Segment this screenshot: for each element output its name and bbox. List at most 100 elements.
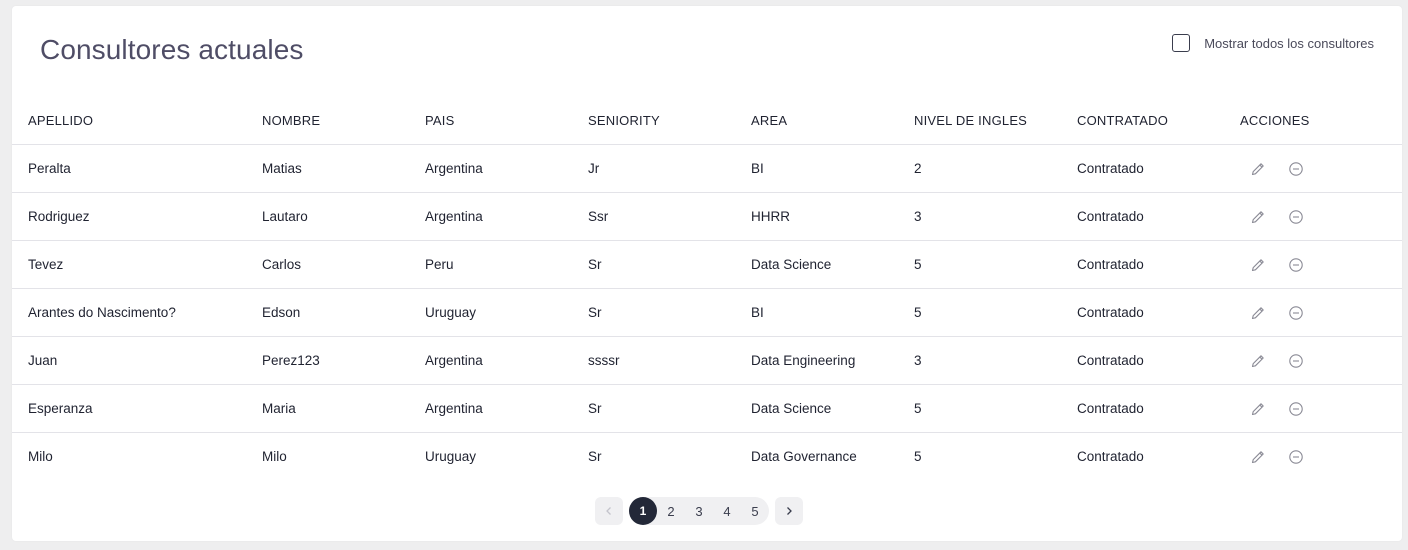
- consultants-table: APELLIDO NOMBRE PAIS SENIORITY AREA NIVE…: [12, 96, 1402, 480]
- cell-acciones: [1240, 192, 1402, 241]
- row-actions: [1240, 401, 1402, 417]
- cell-pais: Uruguay: [425, 288, 588, 337]
- row-actions: [1240, 257, 1402, 273]
- edit-button[interactable]: [1250, 401, 1266, 417]
- cell-pais: Uruguay: [425, 449, 477, 464]
- column-header-pais: PAIS: [425, 96, 588, 145]
- column-header-apellido: APELLIDO: [12, 96, 262, 145]
- cell-area: BI: [751, 144, 914, 193]
- cell-contratado: Contratado: [1077, 240, 1240, 289]
- cell-area: Data Engineering: [751, 336, 914, 385]
- cell-seniority: ssssr: [588, 336, 751, 385]
- row-actions: [1240, 161, 1402, 177]
- cell-nivel-ingles: 2: [914, 144, 1077, 193]
- table-row: Arantes do Nascimento? Edson Uruguay Sr BI 5 C…: [12, 288, 1402, 337]
- cell-contratado: Contratado: [1077, 384, 1240, 433]
- cell-acciones: [1240, 144, 1402, 193]
- cell-nombre: Lautaro: [262, 192, 425, 241]
- pencil-icon: [1251, 306, 1264, 319]
- cell-contratado: Contratado: [1077, 336, 1240, 385]
- cell-contratado: Contratado: [1077, 288, 1240, 337]
- cell-nivel-ingles: 5: [914, 384, 1077, 433]
- table-row: Tevez Carlos Peru Sr Data Science 5 Contratado: [12, 240, 1402, 289]
- cell-seniority: Sr: [588, 240, 751, 289]
- remove-button[interactable]: [1288, 257, 1304, 273]
- cell-apellido: Peralta: [12, 144, 262, 193]
- column-header-contratado: CONTRATADO: [1077, 96, 1240, 145]
- cell-acciones: [1240, 240, 1402, 289]
- edit-button[interactable]: [1250, 209, 1266, 225]
- column-header-acciones: ACCIONES: [1240, 96, 1402, 145]
- cell-nivel-ingles: 3: [914, 336, 1077, 385]
- pencil-icon: [1251, 450, 1264, 463]
- remove-button[interactable]: [1288, 401, 1304, 417]
- cell-seniority: Sr: [588, 288, 751, 337]
- pencil-icon: [1251, 162, 1264, 175]
- cell-apellido: Rodriguez: [12, 192, 262, 241]
- cell-pais: Argentina: [425, 384, 588, 433]
- remove-button[interactable]: [1288, 305, 1304, 321]
- cell-area: Data Science: [751, 240, 914, 289]
- cell-area: BI: [751, 288, 914, 337]
- column-header-area: AREA: [751, 96, 914, 145]
- cell-nivel-ingles: 5: [914, 288, 1077, 337]
- chevron-right-icon: [787, 507, 792, 515]
- edit-button[interactable]: [1250, 257, 1266, 273]
- page-5-button[interactable]: 5: [741, 497, 769, 525]
- show-all-checkbox[interactable]: [1172, 34, 1191, 52]
- next-page-button[interactable]: [775, 497, 803, 525]
- cell-seniority: Ssr: [588, 192, 751, 241]
- remove-button[interactable]: [1288, 161, 1304, 177]
- edit-button[interactable]: [1250, 305, 1266, 321]
- minus-circle-icon: [1289, 257, 1303, 272]
- cell-acciones: [1240, 384, 1402, 433]
- minus-circle-icon: [1289, 209, 1303, 224]
- edit-button[interactable]: [1250, 161, 1266, 177]
- cell-nombre: Carlos: [262, 240, 425, 289]
- cell-pais: Argentina: [425, 144, 588, 193]
- table-row: Rodriguez Lautaro Argentina Ssr HHRR 3 Contrat…: [12, 192, 1402, 241]
- cell-apellido: Milo: [28, 449, 53, 464]
- table-row: Milo Milo Uruguay Sr Data Governance 5 Contrat…: [12, 433, 1402, 481]
- remove-button[interactable]: [1288, 353, 1304, 369]
- remove-button[interactable]: [1288, 209, 1304, 225]
- page-title: Consultores actuales: [40, 34, 304, 65]
- table-row: Peralta Matias Argentina Jr BI 2 Contratado: [12, 144, 1402, 193]
- pencil-icon: [1251, 354, 1264, 367]
- cell-apellido: Juan: [12, 336, 262, 385]
- minus-circle-icon: [1289, 305, 1303, 320]
- cell-area: HHRR: [751, 192, 914, 241]
- pencil-icon: [1251, 402, 1264, 415]
- minus-circle-icon: [1289, 161, 1303, 176]
- row-actions: [1240, 209, 1402, 225]
- column-header-nivel-ingles: NIVEL DE INGLES: [914, 96, 1077, 145]
- cell-apellido: Arantes do Nascimento?: [12, 288, 262, 337]
- edit-button[interactable]: [1250, 449, 1266, 465]
- page-4-button[interactable]: 4: [713, 497, 741, 525]
- cell-nivel-ingles: 5: [914, 240, 1077, 289]
- cell-nombre: Edson: [262, 288, 425, 337]
- table-header-row: APELLIDO NOMBRE PAIS SENIORITY AREA NIVE…: [12, 96, 1402, 145]
- cell-contratado: Contratado: [1077, 144, 1240, 193]
- edit-button[interactable]: [1250, 353, 1266, 369]
- cell-nivel-ingles: 5: [914, 449, 922, 464]
- cell-area: Data Science: [751, 384, 914, 433]
- cell-apellido: Esperanza: [12, 384, 262, 433]
- show-all-label: Mostrar todos los consultores: [1204, 35, 1374, 51]
- pencil-icon: [1251, 258, 1264, 271]
- column-header-seniority: SENIORITY: [588, 96, 751, 145]
- cell-contratado: Contratado: [1077, 449, 1144, 464]
- minus-circle-icon: [1289, 449, 1303, 464]
- show-all-toggle[interactable]: Mostrar todos los consultores: [1172, 34, 1374, 52]
- page-2-button[interactable]: 2: [657, 497, 685, 525]
- cell-nombre: Matias: [262, 144, 425, 193]
- page-1-button[interactable]: 1: [629, 497, 657, 525]
- cell-seniority: Sr: [588, 449, 602, 464]
- remove-button[interactable]: [1288, 449, 1304, 465]
- cell-nombre: Maria: [262, 384, 425, 433]
- prev-page-button[interactable]: [595, 497, 623, 525]
- page-numbers: 1 2 3 4 5: [629, 497, 769, 525]
- page-3-button[interactable]: 3: [685, 497, 713, 525]
- cell-nivel-ingles: 3: [914, 192, 1077, 241]
- row-actions: [1240, 353, 1402, 369]
